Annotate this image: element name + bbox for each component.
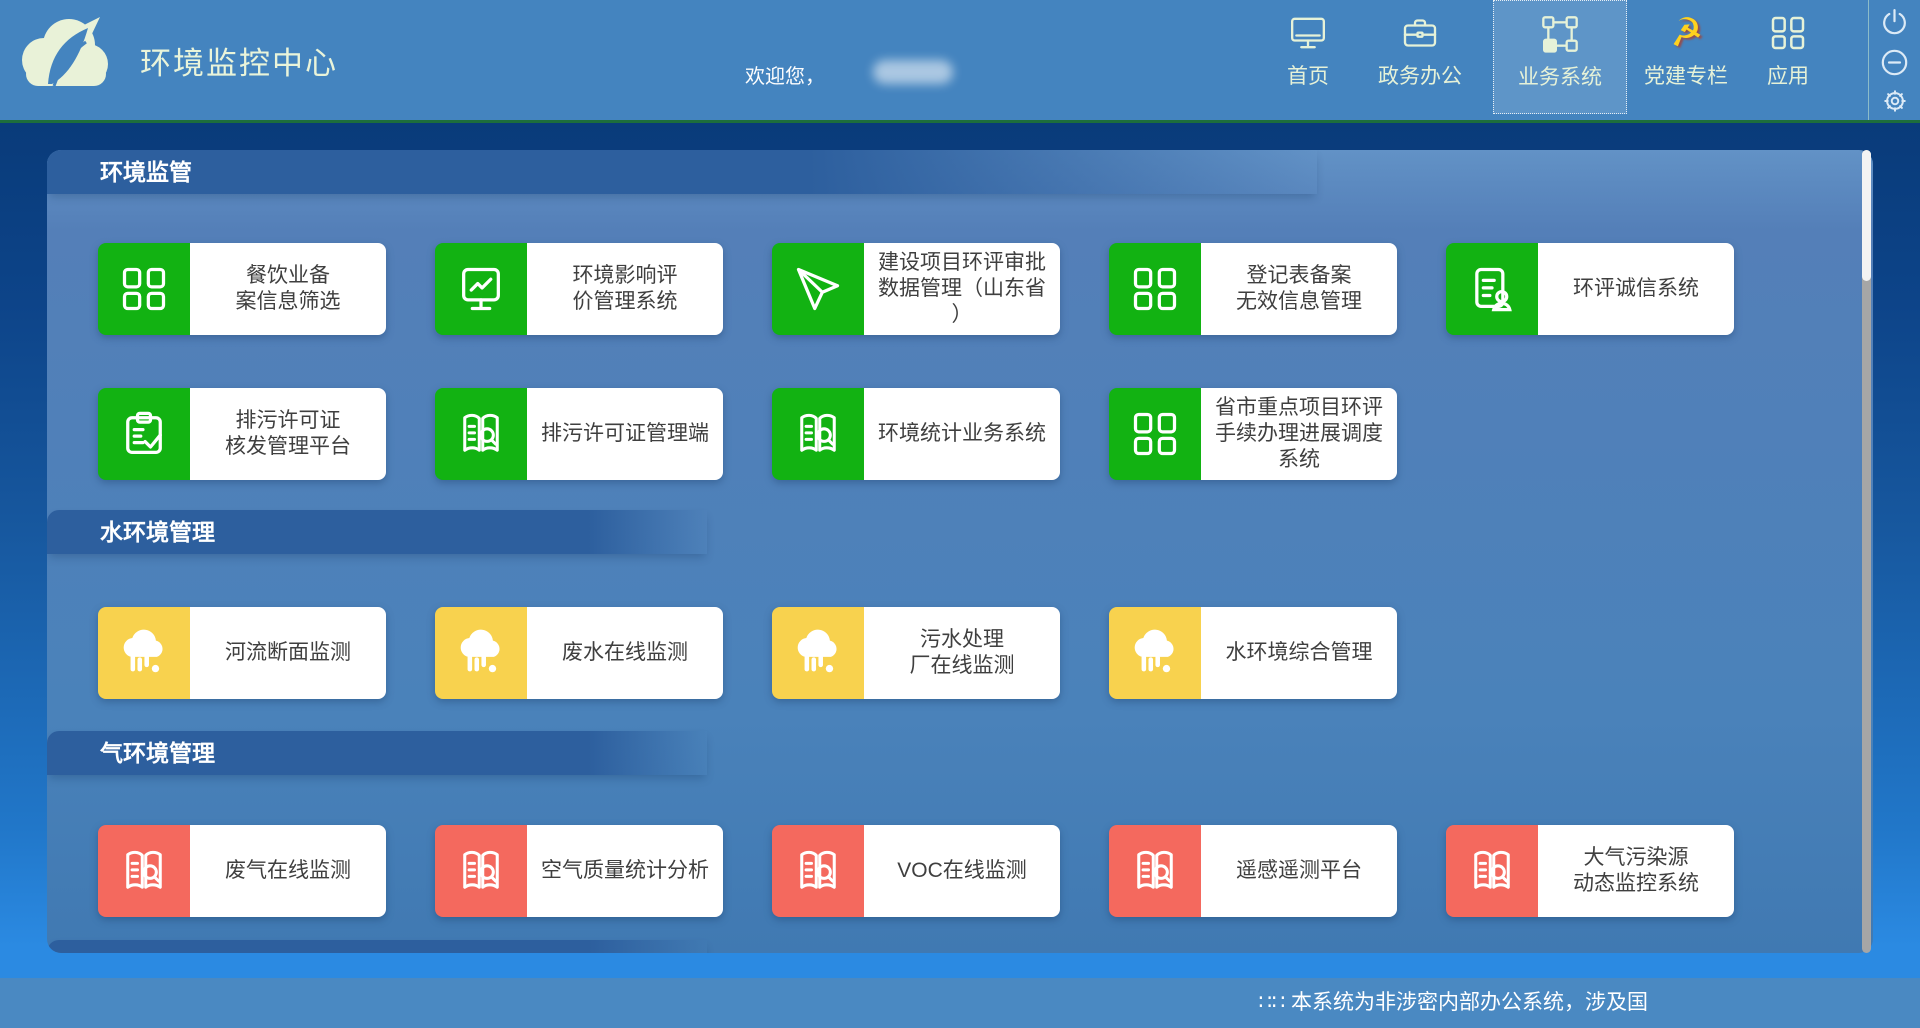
app-tile[interactable]: 餐饮业备 案信息筛选 [98,243,386,335]
briefcase-icon [1400,13,1440,53]
water-emission-icon [435,607,527,699]
tile-label: 空气质量统计分析 [527,825,723,917]
power-icon[interactable] [1878,6,1911,39]
tile-label: 废水在线监测 [527,607,723,699]
book-search-icon [1446,825,1538,917]
tile-label: 河流断面监测 [190,607,386,699]
section-band-env-supervision: 环境监管 [47,150,1317,194]
blurred-username [873,60,953,84]
section-title: 水环境管理 [100,510,707,554]
chart-board-icon [435,243,527,335]
tile-label: 环境影响评 价管理系统 [527,243,723,335]
gear-icon[interactable] [1880,86,1910,116]
welcome-label: 欢迎您， [745,60,825,89]
page-title: 环境监控中心 [140,38,338,83]
tile-label: 水环境综合管理 [1201,607,1397,699]
nodes-icon [1540,14,1580,54]
tile-label: 排污许可证 核发管理平台 [190,388,386,480]
app-logo-cloud-leaf-icon [14,11,110,91]
app-grid-icon [1768,13,1808,53]
minimize-icon[interactable] [1878,46,1911,79]
header-bar: 环境监控中心 欢迎您， 首页 政务办公 业务系统 ☭ 党建专栏 应用 [0,0,1920,123]
book-search-icon [435,825,527,917]
app-tile[interactable]: 遥感遥测平台 [1109,825,1397,917]
paper-plane-icon [772,243,864,335]
doc-person-icon [1446,243,1538,335]
tile-label: 大气污染源 动态监控系统 [1538,825,1734,917]
tile-label: 排污许可证管理端 [527,388,723,480]
nav-item-business-systems[interactable]: 业务系统 [1493,0,1627,114]
book-search-icon [772,388,864,480]
tile-label: 登记表备案 无效信息管理 [1201,243,1397,335]
section-band-air: 气环境管理 [47,731,707,775]
nav-item-party-building[interactable]: ☭ 党建专栏 [1630,0,1742,114]
app-tile[interactable]: 环评诚信系统 [1446,243,1734,335]
tile-label: 环境统计业务系统 [864,388,1060,480]
app-tile[interactable]: 水环境综合管理 [1109,607,1397,699]
app-tile[interactable]: 环境影响评 价管理系统 [435,243,723,335]
tile-label: 建设项目环评审批 数据管理（山东省 ） [864,243,1060,335]
section-title: 环境监管 [100,150,1317,194]
nav-item-gov-office[interactable]: 政务办公 [1360,0,1480,114]
content-panel: 环境监管 餐饮业备 案信息筛选 环境影响评 价管理系统 建设项目环评审批 数据管… [47,150,1873,953]
clipboard-check-icon [98,388,190,480]
tile-label: 污水处理 厂在线监测 [864,607,1060,699]
app-tile[interactable]: 省市重点项目环评 手续办理进展调度 系统 [1109,388,1397,480]
water-emission-icon [772,607,864,699]
monitor-icon [1288,13,1328,53]
app-tile[interactable]: 空气质量统计分析 [435,825,723,917]
app-tile[interactable]: 排污许可证管理端 [435,388,723,480]
tile-label: 废气在线监测 [190,825,386,917]
book-search-icon [435,388,527,480]
nav-label: 业务系统 [1518,61,1602,91]
section-band-partial [47,940,707,953]
grid-icon [1109,243,1201,335]
section-band-water: 水环境管理 [47,510,707,554]
app-tile[interactable]: VOC在线监测 [772,825,1060,917]
tile-label: 遥感遥测平台 [1201,825,1397,917]
tile-label: VOC在线监测 [864,825,1060,917]
vertical-scrollbar[interactable] [1862,150,1871,953]
book-search-icon [1109,825,1201,917]
nav-item-apps[interactable]: 应用 [1746,0,1830,114]
status-bar: ∷∷ 本系统为非涉密内部办公系统，涉及国 [0,978,1920,1028]
grid-icon [1109,388,1201,480]
party-emblem-icon: ☭ [1666,11,1705,55]
nav-label: 应用 [1767,60,1809,90]
app-tile[interactable]: 污水处理 厂在线监测 [772,607,1060,699]
grid-icon [98,243,190,335]
app-tile[interactable]: 废水在线监测 [435,607,723,699]
tile-label: 省市重点项目环评 手续办理进展调度 系统 [1201,388,1397,480]
window-controls [1868,0,1920,120]
book-search-icon [98,825,190,917]
scrollbar-thumb[interactable] [1862,150,1871,281]
nav-label: 党建专栏 [1644,60,1728,90]
water-emission-icon [1109,607,1201,699]
app-tile[interactable]: 大气污染源 动态监控系统 [1446,825,1734,917]
nav-label: 首页 [1287,60,1329,90]
app-tile[interactable]: 环境统计业务系统 [772,388,1060,480]
marquee-notice: ∷∷ 本系统为非涉密内部办公系统，涉及国 [1258,978,1648,1028]
nav-label: 政务办公 [1378,60,1462,90]
book-search-icon [772,825,864,917]
tile-label: 环评诚信系统 [1538,243,1734,335]
tile-label: 餐饮业备 案信息筛选 [190,243,386,335]
section-title: 气环境管理 [100,731,707,775]
app-tile[interactable]: 废气在线监测 [98,825,386,917]
app-tile[interactable]: 河流断面监测 [98,607,386,699]
nav-item-home[interactable]: 首页 [1258,0,1358,114]
app-tile[interactable]: 建设项目环评审批 数据管理（山东省 ） [772,243,1060,335]
app-tile[interactable]: 登记表备案 无效信息管理 [1109,243,1397,335]
water-emission-icon [98,607,190,699]
app-tile[interactable]: 排污许可证 核发管理平台 [98,388,386,480]
